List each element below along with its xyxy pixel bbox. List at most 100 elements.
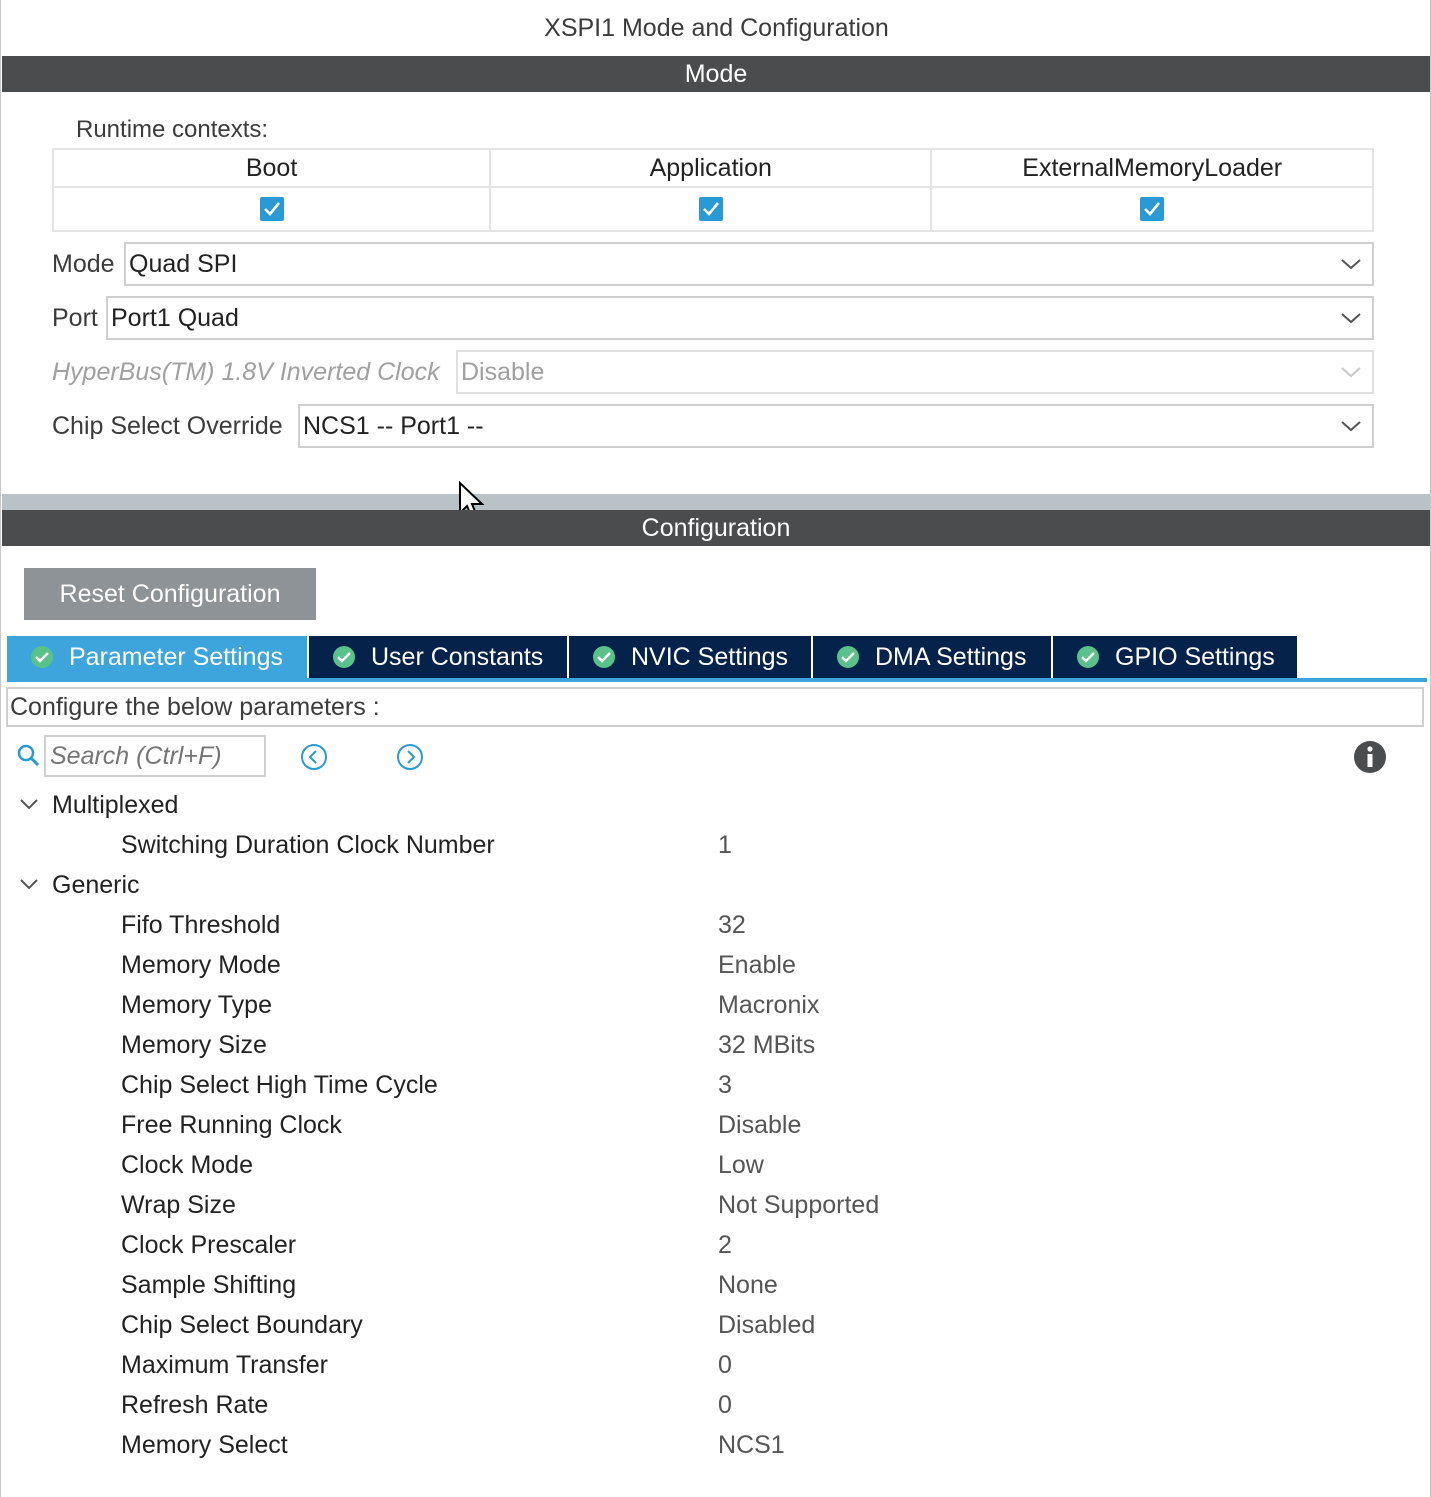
- section-splitter[interactable]: [2, 494, 1430, 510]
- previous-match-icon[interactable]: [300, 743, 328, 771]
- check-circle-icon: [837, 646, 859, 668]
- context-cell-application: [489, 186, 933, 232]
- param-row[interactable]: Fifo Threshold 32: [1, 905, 1421, 945]
- param-row[interactable]: Free Running Clock Disable: [1, 1105, 1421, 1145]
- param-value[interactable]: 2: [718, 1231, 732, 1260]
- port-select-value: Port1 Quad: [111, 304, 239, 332]
- context-header-application: Application: [489, 148, 933, 188]
- param-row[interactable]: Memory Mode Enable: [1, 945, 1421, 985]
- check-circle-icon: [593, 646, 615, 668]
- context-header-externalmemoryloader: ExternalMemoryLoader: [930, 148, 1374, 188]
- param-row[interactable]: Clock Prescaler 2: [1, 1225, 1421, 1265]
- next-match-icon[interactable]: [396, 743, 424, 771]
- runtime-contexts-label: Runtime contexts:: [76, 116, 269, 143]
- param-name: Fifo Threshold: [121, 911, 281, 939]
- param-value[interactable]: Enable: [718, 951, 796, 980]
- tab-dma-settings[interactable]: DMA Settings: [813, 636, 1051, 678]
- search-input[interactable]: [44, 735, 266, 777]
- param-value[interactable]: Not Supported: [718, 1191, 879, 1220]
- param-row[interactable]: Chip Select Boundary Disabled: [1, 1305, 1421, 1345]
- param-name: Memory Size: [121, 1031, 267, 1059]
- info-icon[interactable]: [1353, 740, 1387, 774]
- check-icon: [263, 202, 280, 216]
- xspi1-panel: XSPI1 Mode and Configuration Mode Runtim…: [0, 0, 1431, 1497]
- context-cell-externalmemoryloader: [930, 186, 1374, 232]
- check-circle-icon: [31, 646, 53, 668]
- param-value[interactable]: None: [718, 1271, 778, 1300]
- param-row[interactable]: Switching Duration Clock Number 1: [1, 825, 1421, 865]
- param-value[interactable]: Disable: [718, 1111, 801, 1140]
- mode-select[interactable]: Quad SPI: [124, 242, 1374, 286]
- check-icon: [702, 202, 719, 216]
- param-value[interactable]: Macronix: [718, 991, 819, 1020]
- param-value[interactable]: NCS1: [718, 1431, 785, 1460]
- param-row[interactable]: Memory Select NCS1: [1, 1425, 1421, 1465]
- boot-checkbox[interactable]: [259, 197, 284, 221]
- port-label: Port: [52, 303, 98, 332]
- port-row: Port Port1 Quad: [52, 296, 1374, 340]
- context-header-boot: Boot: [51, 148, 492, 188]
- group-label: Multiplexed: [52, 790, 179, 819]
- param-row[interactable]: Chip Select High Time Cycle 3: [1, 1065, 1421, 1105]
- param-value[interactable]: 3: [718, 1071, 732, 1100]
- param-value[interactable]: 32 MBits: [718, 1031, 815, 1060]
- param-name: Clock Mode: [121, 1151, 253, 1179]
- chevron-down-icon: [1341, 367, 1361, 378]
- tab-parameter-settings[interactable]: Parameter Settings: [7, 636, 307, 678]
- param-row[interactable]: Sample Shifting None: [1, 1265, 1421, 1305]
- param-row[interactable]: Memory Size 32 MBits: [1, 1025, 1421, 1065]
- chevron-down-icon: [20, 799, 38, 810]
- param-name: Maximum Transfer: [121, 1351, 328, 1379]
- group-generic[interactable]: Generic: [1, 865, 1421, 905]
- config-tabs: Parameter Settings User Constants NVIC S…: [7, 636, 1299, 678]
- param-name: Chip Select High Time Cycle: [121, 1071, 438, 1099]
- hyperbus-select-value: Disable: [461, 358, 545, 386]
- mode-select-value: Quad SPI: [129, 250, 238, 278]
- externalmemoryloader-checkbox[interactable]: [1140, 197, 1165, 221]
- mode-row: Mode Quad SPI: [52, 242, 1374, 286]
- configure-instructions: Configure the below parameters :: [6, 687, 1424, 727]
- group-multiplexed[interactable]: Multiplexed: [1, 785, 1421, 825]
- application-checkbox[interactable]: [698, 197, 723, 221]
- hyperbus-row: HyperBus(TM) 1.8V Inverted Clock Disable: [52, 350, 1374, 394]
- param-name: Refresh Rate: [121, 1391, 269, 1419]
- param-value[interactable]: 32: [718, 911, 746, 940]
- chip-select-override-value: NCS1 -- Port1 --: [303, 412, 484, 440]
- tab-user-constants[interactable]: User Constants: [309, 636, 567, 678]
- chip-select-override-select[interactable]: NCS1 -- Port1 --: [298, 404, 1374, 448]
- chip-select-override-label: Chip Select Override: [52, 411, 283, 440]
- param-name: Chip Select Boundary: [121, 1311, 363, 1339]
- reset-configuration-button[interactable]: Reset Configuration: [24, 568, 316, 620]
- param-value[interactable]: Disabled: [718, 1311, 815, 1340]
- chevron-down-icon: [1341, 259, 1361, 270]
- param-name: Clock Prescaler: [121, 1231, 297, 1259]
- param-value[interactable]: Low: [718, 1151, 764, 1180]
- mode-section-header: Mode: [2, 56, 1430, 92]
- check-icon: [1144, 202, 1161, 216]
- param-row[interactable]: Refresh Rate 0: [1, 1385, 1421, 1425]
- check-circle-icon: [1077, 646, 1099, 668]
- param-row[interactable]: Clock Mode Low: [1, 1145, 1421, 1185]
- configuration-section-header: Configuration: [2, 510, 1430, 546]
- chevron-down-icon: [1341, 313, 1361, 324]
- param-name: Free Running Clock: [121, 1111, 342, 1139]
- param-row[interactable]: Maximum Transfer 0: [1, 1345, 1421, 1385]
- group-label: Generic: [52, 870, 140, 899]
- search-icon[interactable]: [16, 743, 42, 769]
- tab-nvic-settings[interactable]: NVIC Settings: [569, 636, 811, 678]
- tab-label: Parameter Settings: [69, 642, 283, 671]
- check-circle-icon: [333, 646, 355, 668]
- context-cell-boot: [51, 186, 492, 232]
- mode-label: Mode: [52, 249, 115, 278]
- chevron-down-icon: [1341, 421, 1361, 432]
- tab-label: NVIC Settings: [631, 642, 789, 671]
- param-value[interactable]: 0: [718, 1391, 732, 1420]
- param-value[interactable]: 1: [718, 831, 732, 860]
- param-row[interactable]: Wrap Size Not Supported: [1, 1185, 1421, 1225]
- param-row[interactable]: Memory Type Macronix: [1, 985, 1421, 1025]
- port-select[interactable]: Port1 Quad: [106, 296, 1374, 340]
- param-name: Memory Select: [121, 1431, 288, 1459]
- param-name: Memory Type: [121, 991, 272, 1019]
- tab-gpio-settings[interactable]: GPIO Settings: [1053, 636, 1297, 678]
- param-value[interactable]: 0: [718, 1351, 732, 1380]
